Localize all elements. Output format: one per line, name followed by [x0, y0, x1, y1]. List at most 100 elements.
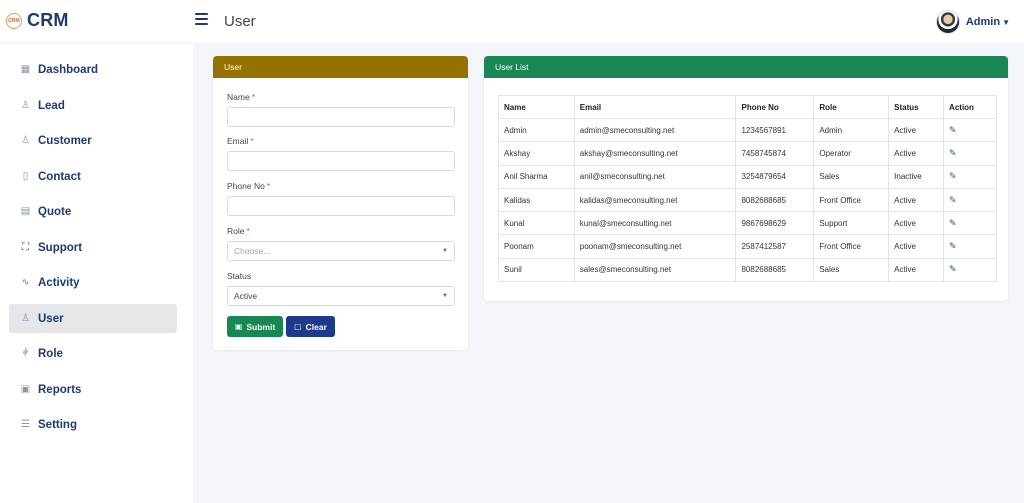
sidebar-item-label: Role: [38, 347, 63, 360]
sidebar-item-contact[interactable]: ▯ Contact: [9, 162, 177, 191]
status-label: Status: [227, 271, 252, 281]
sidebar-item-lead[interactable]: ♙ Lead: [9, 91, 177, 120]
cell-phone: 9867698629: [735, 211, 815, 236]
cell-name: Kalidas: [498, 187, 575, 213]
cell-status: Active: [888, 141, 945, 166]
cell-email: admin@smeconsulting.net: [573, 117, 737, 143]
user-menu[interactable]: Admin ▼: [935, 10, 1010, 34]
status-select-value: Active: [234, 291, 258, 301]
cell-name: Kunal: [498, 211, 575, 236]
table-row: Kunal kunal@smeconsulting.net 9867698629…: [498, 211, 997, 236]
cell-role: Operator: [813, 141, 890, 166]
sidebar-item-user[interactable]: ♙ User: [9, 304, 177, 333]
top-bar: CRM CRM User Admin ▼: [0, 0, 1024, 44]
sidebar-item-setting[interactable]: ☰ Setting: [9, 410, 177, 439]
name-input[interactable]: [227, 107, 455, 127]
table-row: Anil Sharma anil@smeconsulting.net 32548…: [498, 164, 997, 189]
cell-role: Sales: [813, 164, 890, 189]
cell-role: Sales: [813, 257, 890, 283]
cell-email: sales@smeconsulting.net: [573, 257, 737, 283]
email-input[interactable]: [227, 151, 455, 171]
column-header: Phone No: [735, 95, 815, 119]
cell-action: ✎: [943, 234, 997, 259]
sidebar-item-label: Support: [38, 241, 83, 254]
sitemap-icon: ⫩: [22, 348, 29, 359]
role-group: Role * Choose... ▼: [227, 226, 455, 261]
table-header-row: Name Email Phone No Role Status Action: [498, 95, 997, 119]
clear-button[interactable]: ▢ Clear: [286, 316, 335, 337]
user-list-panel: User List Name Email Phone No Role Statu…: [484, 56, 1008, 301]
role-label: Role *: [227, 226, 250, 236]
edit-icon[interactable]: ✎: [949, 218, 957, 228]
table-row: Akshay akshay@smeconsulting.net 74587458…: [498, 141, 997, 166]
table-row: Admin admin@smeconsulting.net 1234567891…: [498, 117, 997, 143]
cell-action: ✎: [943, 187, 997, 213]
brand-name: CRM: [27, 10, 69, 30]
sidebar-item-label: Dashboard: [38, 63, 99, 76]
user-icon: ♙: [21, 313, 30, 324]
name-label: Name *: [227, 92, 255, 102]
cell-status: Inactive: [888, 164, 945, 189]
cell-name: Poonam: [498, 234, 575, 259]
edit-icon[interactable]: ✎: [949, 241, 957, 251]
sidebar-item-reports[interactable]: ▣ Reports: [9, 375, 177, 404]
caret-down-icon: ▼: [1002, 17, 1010, 27]
phone-group: Phone No *: [227, 181, 455, 216]
sidebar-item-dashboard[interactable]: ▦ Dashboard: [9, 55, 177, 84]
submit-button[interactable]: ▣ Submit: [227, 316, 283, 337]
activity-icon: ∿: [21, 277, 30, 288]
cell-email: poonam@smeconsulting.net: [573, 234, 737, 259]
edit-icon[interactable]: ✎: [949, 171, 957, 181]
email-label: Email *: [227, 136, 254, 146]
status-select[interactable]: Active ▼: [227, 286, 455, 306]
cell-status: Active: [888, 211, 945, 236]
menu-toggle-icon[interactable]: [195, 13, 208, 25]
table-row: Sunil sales@smeconsulting.net 8082688685…: [498, 257, 997, 283]
sidebar-item-role[interactable]: ⫩ Role: [9, 339, 177, 368]
phone-label: Phone No *: [227, 181, 271, 191]
cell-action: ✎: [943, 141, 997, 166]
brand[interactable]: CRM CRM: [6, 10, 69, 31]
user-list-header: User List: [484, 56, 1008, 78]
sidebar-item-quote[interactable]: ▤ Quote: [9, 197, 177, 226]
cell-status: Active: [888, 257, 945, 283]
name-group: Name *: [227, 92, 455, 127]
user-table: Name Email Phone No Role Status Action A…: [498, 95, 997, 283]
cell-phone: 8082688685: [735, 257, 815, 283]
cell-email: anil@smeconsulting.net: [573, 164, 737, 189]
cell-phone: 1234567891: [735, 117, 815, 143]
cell-name: Anil Sharma: [498, 164, 575, 189]
sidebar-item-activity[interactable]: ∿ Activity: [9, 268, 177, 297]
sidebar-item-label: Setting: [38, 418, 77, 431]
cell-action: ✎: [943, 117, 997, 143]
sidebar-item-customer[interactable]: ♙ Customer: [9, 126, 177, 155]
cell-action: ✎: [943, 257, 997, 283]
cell-role: Support: [813, 211, 890, 236]
save-icon: ▣: [234, 322, 243, 331]
edit-icon[interactable]: ✎: [949, 125, 957, 135]
cell-name: Admin: [498, 117, 575, 143]
chevron-down-icon: ▼: [442, 248, 448, 254]
user-form-header: User: [213, 56, 468, 78]
cell-status: Active: [888, 234, 945, 259]
sidebar-item-label: Reports: [38, 383, 82, 396]
column-header: Status: [888, 95, 945, 119]
sidebar-item-label: User: [38, 312, 64, 325]
phone-icon: ▯: [22, 171, 29, 182]
save-icon: ▣: [20, 384, 31, 395]
cell-role: Front Office: [813, 234, 890, 259]
edit-icon[interactable]: ✎: [949, 195, 957, 205]
brand-logo: CRM: [6, 12, 22, 29]
column-header: Name: [498, 95, 575, 119]
edit-icon[interactable]: ✎: [949, 148, 957, 158]
clear-label: Clear: [305, 321, 327, 332]
page-title: User: [224, 13, 256, 30]
column-header: Action: [943, 95, 997, 119]
sidebar-item-support[interactable]: ⛶ Support: [9, 233, 177, 262]
edit-icon[interactable]: ✎: [949, 264, 957, 274]
phone-input[interactable]: [227, 196, 455, 216]
role-select[interactable]: Choose... ▼: [227, 241, 455, 261]
cell-name: Akshay: [498, 141, 575, 166]
user-form-panel: User Name * Email * Phone No * Role * Choose…: [213, 56, 468, 350]
sidebar-item-label: Lead: [38, 99, 65, 112]
